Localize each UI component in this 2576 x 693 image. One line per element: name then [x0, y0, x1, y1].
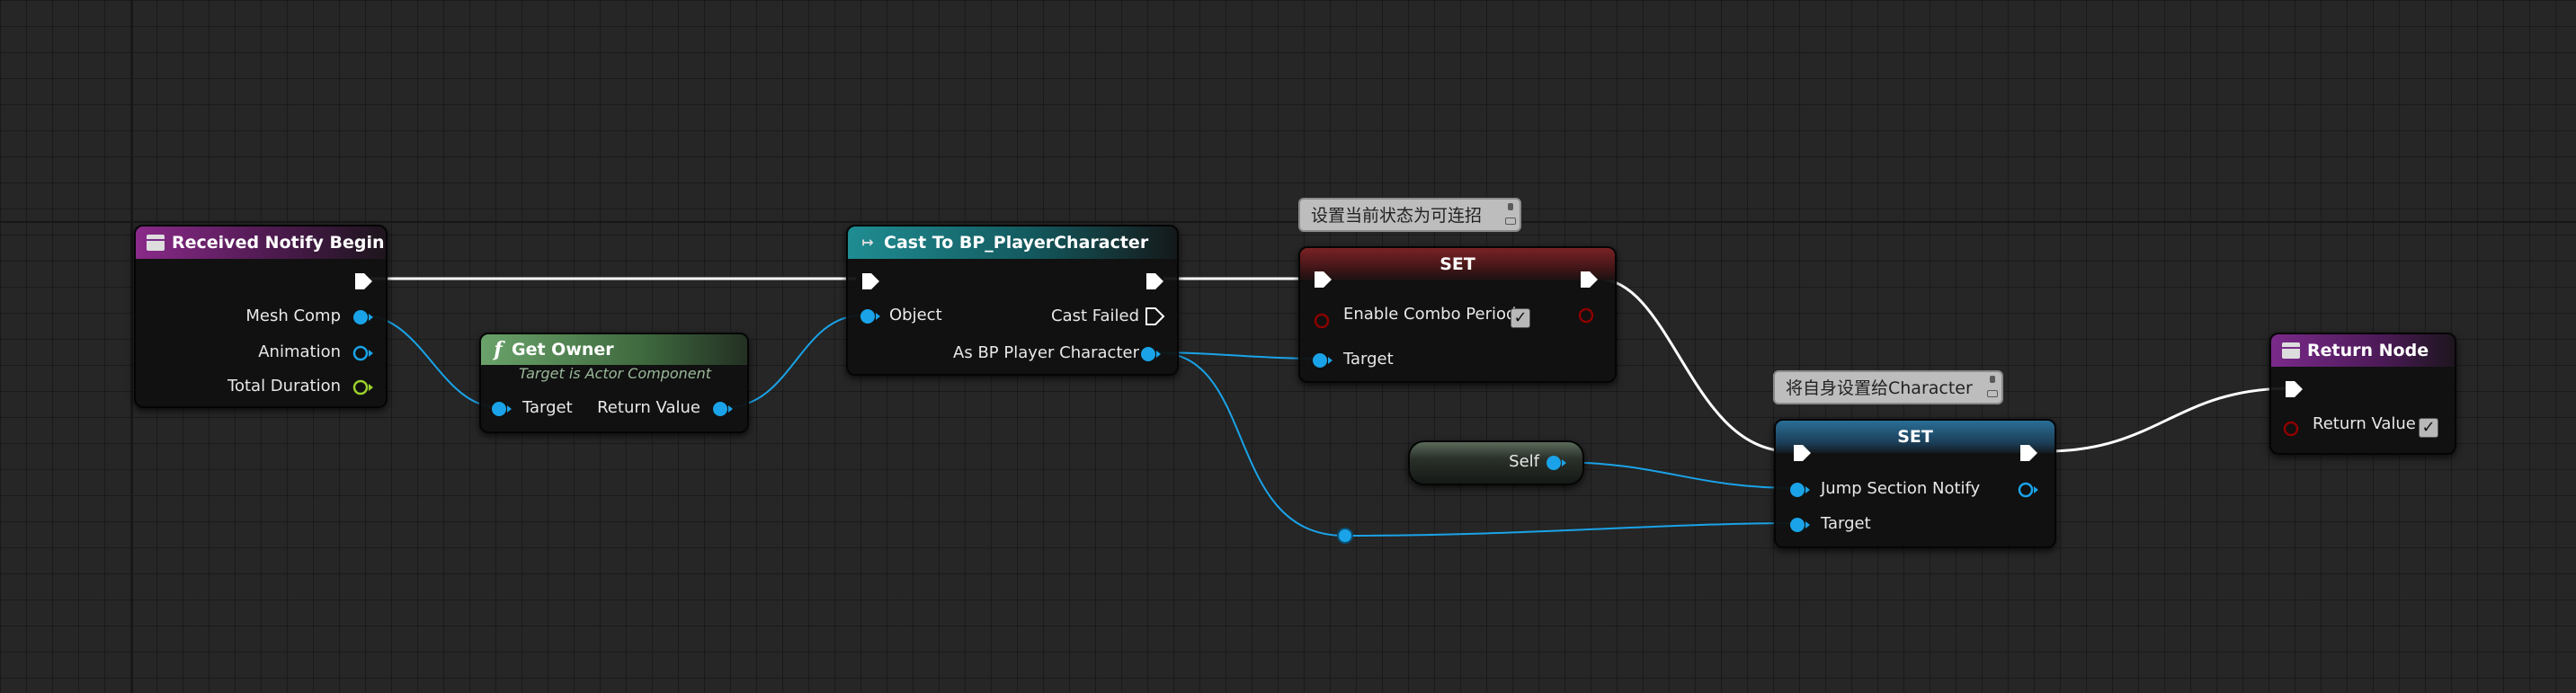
- exec-out-pin[interactable]: [1145, 271, 1166, 291]
- comment-bubble[interactable]: 将自身设置给Character: [1773, 370, 2003, 404]
- node-header: ↦ Cast To BP_PlayerCharacter: [848, 227, 1177, 259]
- node-subtitle: Target is Actor Component: [519, 365, 712, 382]
- return-icon: [2282, 342, 2300, 359]
- node-header: SET: [1776, 421, 2055, 453]
- exec-in-pin[interactable]: [860, 271, 882, 291]
- object-pin[interactable]: [352, 307, 379, 327]
- object-pin[interactable]: [1311, 351, 1338, 370]
- pin-label-return-value: Return Value: [2313, 414, 2416, 433]
- comment-text: 将自身设置给Character: [1786, 378, 1973, 398]
- pin-label-target: Target: [1821, 514, 1871, 533]
- exec-in-pin[interactable]: [1313, 270, 1334, 289]
- data-wire: [1553, 461, 1797, 489]
- object-pin[interactable]: [490, 399, 517, 419]
- object-pin[interactable]: [2017, 480, 2044, 500]
- exec-out-pin[interactable]: [2019, 443, 2040, 463]
- node-title: Get Owner: [512, 340, 614, 360]
- pin-label-mesh-comp: Mesh Comp: [245, 307, 341, 325]
- pin-label-target: Target: [1343, 350, 1394, 369]
- object-pin[interactable]: [1545, 453, 1572, 473]
- node-header: Return Node: [2271, 334, 2455, 367]
- node-header: SET: [1300, 248, 1615, 280]
- node-title: Return Node: [2307, 341, 2429, 360]
- pin-label-jump-section-notify: Jump Section Notify: [1821, 479, 1981, 498]
- pin-label-target: Target: [522, 398, 573, 417]
- reroute-knot: [1337, 528, 1353, 544]
- set-jump-section-notify-node[interactable]: SET Jump Section Notify Target: [1774, 419, 2056, 548]
- float-pin[interactable]: [352, 378, 379, 397]
- bool-pin[interactable]: [1575, 306, 1597, 325]
- exec-wire: [2046, 386, 2292, 453]
- bool-checkbox[interactable]: ✓: [2419, 418, 2438, 438]
- exec-out-pin[interactable]: [1145, 307, 1166, 326]
- exec-out-pin[interactable]: [353, 271, 375, 291]
- object-pin[interactable]: [711, 399, 738, 419]
- exec-in-pin[interactable]: [2284, 379, 2305, 399]
- exec-out-pin[interactable]: [1579, 270, 1600, 289]
- object-pin[interactable]: [352, 343, 379, 363]
- pin-label-as-bp-player-character: As BP Player Character: [953, 343, 1139, 362]
- pin-label-object: Object: [889, 306, 942, 324]
- pin-comment-icon[interactable]: [1987, 376, 1998, 399]
- exec-wire: [1596, 277, 1790, 453]
- set-enable-combo-period-node[interactable]: SET Enable Combo Period ✓ Target: [1298, 246, 1617, 383]
- node-title: SET: [1897, 427, 1933, 447]
- node-title: SET: [1440, 254, 1475, 274]
- bool-checkbox[interactable]: ✓: [1511, 308, 1530, 328]
- get-owner-node[interactable]: f Get Owner Target is Actor Component Ta…: [479, 333, 749, 433]
- event-icon: [147, 235, 165, 251]
- object-pin[interactable]: [859, 307, 886, 326]
- bool-pin[interactable]: [2282, 419, 2304, 439]
- comment-bubble[interactable]: 设置当前状态为可连招: [1298, 198, 1521, 232]
- self-label: Self: [1509, 452, 1539, 471]
- blueprint-graph-canvas[interactable]: Received Notify Begin Mesh Comp Animatio…: [0, 0, 2576, 693]
- node-header: f Get Owner: [481, 334, 747, 365]
- pin-label-animation: Animation: [258, 342, 341, 361]
- cast-icon: ↦: [861, 234, 874, 251]
- data-wire: [1344, 522, 1797, 537]
- object-pin[interactable]: [1788, 480, 1815, 500]
- node-header: Received Notify Begin: [136, 227, 386, 259]
- function-icon: f: [494, 338, 503, 361]
- object-pin[interactable]: [1139, 344, 1166, 364]
- pin-label-return-value: Return Value: [597, 398, 700, 417]
- bool-pin[interactable]: [1313, 311, 1334, 331]
- comment-text: 设置当前状态为可连招: [1311, 206, 1483, 226]
- pin-label-cast-failed: Cast Failed: [1051, 307, 1139, 325]
- object-pin[interactable]: [1788, 515, 1815, 535]
- return-node[interactable]: Return Node Return Value ✓: [2269, 333, 2456, 455]
- pin-label-enable-combo-period: Enable Combo Period: [1343, 305, 1517, 324]
- received-notify-begin-node[interactable]: Received Notify Begin Mesh Comp Animatio…: [134, 225, 388, 408]
- exec-in-pin[interactable]: [1792, 443, 1814, 463]
- node-title: Cast To BP_PlayerCharacter: [884, 233, 1149, 253]
- self-reference-node[interactable]: Self: [1408, 440, 1584, 485]
- pin-label-total-duration: Total Duration: [227, 377, 341, 395]
- pin-comment-icon[interactable]: [1505, 203, 1516, 227]
- node-title: Received Notify Begin: [172, 233, 385, 253]
- cast-to-bp-playercharacter-node[interactable]: ↦ Cast To BP_PlayerCharacter Object Cast…: [846, 225, 1179, 376]
